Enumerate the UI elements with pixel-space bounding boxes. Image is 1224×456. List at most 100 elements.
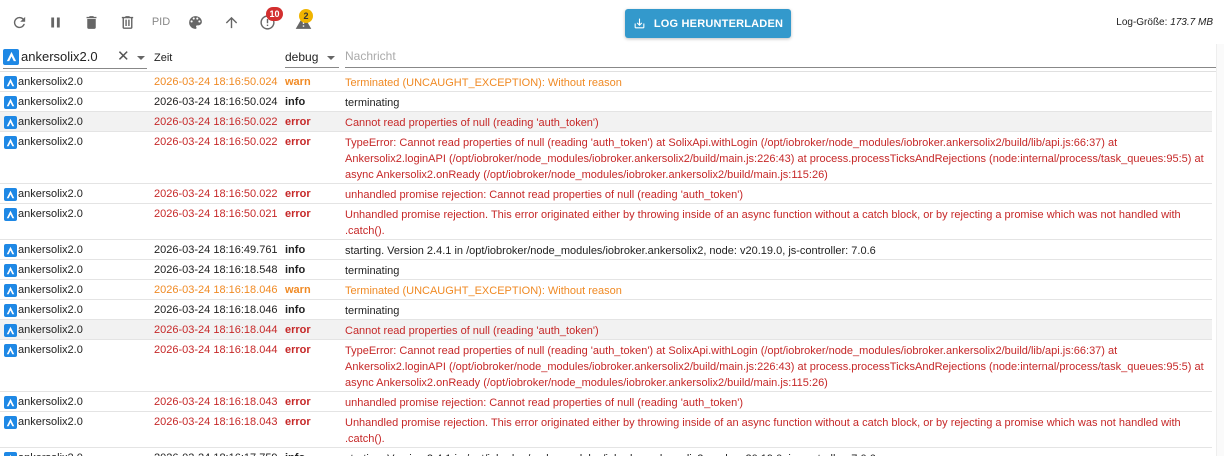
source-filter-select[interactable]: ankersolix2.0 ✕ xyxy=(3,45,147,69)
log-row-source-label: ankersolix2.0 xyxy=(18,116,83,128)
log-row-time: 2026-03-24 18:16:18.548 xyxy=(154,264,278,276)
adapter-icon xyxy=(4,187,17,201)
pause-icon xyxy=(50,17,60,27)
adapter-icon xyxy=(4,323,17,337)
log-row-time: 2026-03-24 18:16:50.021 xyxy=(154,208,278,220)
log-row-source-label: ankersolix2.0 xyxy=(18,264,83,276)
log-row-severity: error xyxy=(285,416,311,428)
log-row-time: 2026-03-24 18:16:18.043 xyxy=(154,416,278,428)
log-row-message: unhandled promise rejection: Cannot read… xyxy=(345,189,744,201)
adapter-icon xyxy=(4,395,17,409)
log-row-source-label: ankersolix2.0 xyxy=(18,96,83,108)
log-row-source: ankersolix2.0 xyxy=(4,283,83,297)
adapter-icon xyxy=(4,415,17,429)
log-row-severity: info xyxy=(285,96,306,108)
log-row-message: Unhandled promise rejection. This error … xyxy=(345,209,1181,237)
log-row: ankersolix2.0 2026-03-24 18:16:50.024 info… xyxy=(0,92,1212,112)
log-row-severity: error xyxy=(285,208,311,220)
log-row: ankersolix2.0 2026-03-24 18:16:18.043 erro… xyxy=(0,412,1212,448)
log-row-source: ankersolix2.0 xyxy=(4,207,83,221)
sort-order-button[interactable] xyxy=(213,4,249,40)
log-row-source: ankersolix2.0 xyxy=(4,395,83,409)
log-size-value: 173.7 MB xyxy=(1170,17,1213,28)
log-row-time: 2026-03-24 18:16:50.022 xyxy=(154,116,278,128)
log-rows: ankersolix2.0 2026-03-24 18:16:50.024 warn… xyxy=(0,72,1212,456)
download-icon xyxy=(634,18,645,29)
log-row-severity: error xyxy=(285,396,311,408)
message-filter-input[interactable] xyxy=(345,46,1217,66)
delete-log-button[interactable] xyxy=(109,4,145,40)
download-log-button[interactable]: LOG HERUNTERLADEN xyxy=(625,9,791,38)
log-row: ankersolix2.0 2026-03-24 18:16:18.044 erro… xyxy=(0,340,1212,392)
chevron-down-icon[interactable] xyxy=(137,56,145,60)
log-size-label: Log-Größe: xyxy=(1116,17,1168,28)
log-row-source-label: ankersolix2.0 xyxy=(18,244,83,256)
log-row-source-label: ankersolix2.0 xyxy=(18,284,83,296)
log-row-message: Cannot read properties of null (reading … xyxy=(345,325,599,337)
log-row-source: ankersolix2.0 xyxy=(4,323,83,337)
log-row: ankersolix2.0 2026-03-24 18:16:49.761 info… xyxy=(0,240,1212,260)
log-row-severity: error xyxy=(285,344,311,356)
log-row: ankersolix2.0 2026-03-24 18:16:18.046 info… xyxy=(0,300,1212,320)
log-row: ankersolix2.0 2026-03-24 18:16:18.548 info… xyxy=(0,260,1212,280)
adapter-icon xyxy=(3,48,19,65)
log-row-message: starting. Version 2.4.1 in /opt/iobroker… xyxy=(345,245,876,257)
clear-list-button[interactable] xyxy=(73,4,109,40)
log-row-time: 2026-03-24 18:16:17.759 xyxy=(154,451,278,456)
refresh-icon xyxy=(13,16,25,28)
log-row: ankersolix2.0 2026-03-24 18:16:50.022 erro… xyxy=(0,184,1212,204)
log-row-time: 2026-03-24 18:16:50.022 xyxy=(154,136,278,148)
log-row-source-label: ankersolix2.0 xyxy=(18,344,83,356)
adapter-icon xyxy=(4,115,17,129)
pid-toggle-button[interactable]: PID xyxy=(145,4,177,40)
color-button[interactable] xyxy=(177,4,213,40)
log-row-source: ankersolix2.0 xyxy=(4,75,83,89)
log-row-message: TypeError: Cannot read properties of nul… xyxy=(345,137,1204,181)
log-row-severity: info xyxy=(285,451,305,456)
log-row-time: 2026-03-24 18:16:49.761 xyxy=(154,244,278,256)
log-row-time: 2026-03-24 18:16:50.024 xyxy=(154,76,278,88)
log-row-message: unhandled promise rejection: Cannot read… xyxy=(345,397,744,409)
log-row-time: 2026-03-24 18:16:18.046 xyxy=(154,304,278,316)
warning-count-badge: 2 xyxy=(299,9,313,23)
log-row-message: Unhandled promise rejection. This error … xyxy=(345,417,1181,445)
log-row-source-label: ankersolix2.0 xyxy=(18,396,83,408)
log-row-source: ankersolix2.0 xyxy=(4,187,83,201)
log-row-severity: error xyxy=(285,116,311,128)
log-row: ankersolix2.0 2026-03-24 18:16:18.044 erro… xyxy=(0,320,1212,340)
log-row-severity: info xyxy=(285,304,306,316)
log-row-message: Cannot read properties of null (reading … xyxy=(345,117,599,129)
log-toolbar: PID 10 2 xyxy=(0,0,1224,44)
clear-filter-icon[interactable]: ✕ xyxy=(117,49,130,64)
log-row-message: starting. Version 2.4.1 in /opt/iobroker… xyxy=(345,451,1211,456)
log-row-source: ankersolix2.0 xyxy=(4,243,83,257)
errors-button[interactable]: 10 xyxy=(249,4,285,40)
log-row-source-label: ankersolix2.0 xyxy=(18,324,83,336)
adapter-icon xyxy=(4,243,17,257)
log-row-source: ankersolix2.0 xyxy=(4,95,83,109)
pause-button[interactable] xyxy=(37,4,73,40)
log-row-severity: warn xyxy=(285,284,311,296)
log-row-source: ankersolix2.0 xyxy=(4,115,83,129)
log-row: ankersolix2.0 2026-03-24 18:16:17.759 info… xyxy=(0,448,1212,456)
refresh-button[interactable] xyxy=(1,4,37,40)
log-row-severity: info xyxy=(285,264,306,276)
adapter-icon xyxy=(4,135,17,149)
severity-filter-select[interactable]: debug xyxy=(285,46,339,68)
log-row-message: Terminated (UNCAUGHT_EXCEPTION): Without… xyxy=(345,285,622,297)
warnings-button[interactable]: 2 xyxy=(285,4,321,40)
log-row-source: ankersolix2.0 xyxy=(4,415,83,429)
chevron-down-icon xyxy=(327,56,335,60)
log-row-severity: error xyxy=(285,188,311,200)
adapter-icon xyxy=(4,263,17,277)
adapter-icon xyxy=(4,283,17,297)
arrow-up-icon xyxy=(225,16,237,28)
palette-icon xyxy=(188,15,202,29)
adapter-icon xyxy=(4,75,17,89)
log-row-severity: info xyxy=(285,244,306,256)
log-row: ankersolix2.0 2026-03-24 18:16:50.022 erro… xyxy=(0,132,1212,184)
severity-filter-value: debug xyxy=(285,50,319,64)
time-column-header: Zeit xyxy=(154,52,173,64)
scrollbar[interactable] xyxy=(1216,44,1224,456)
log-row-message: Terminated (UNCAUGHT_EXCEPTION): Without… xyxy=(345,77,622,89)
